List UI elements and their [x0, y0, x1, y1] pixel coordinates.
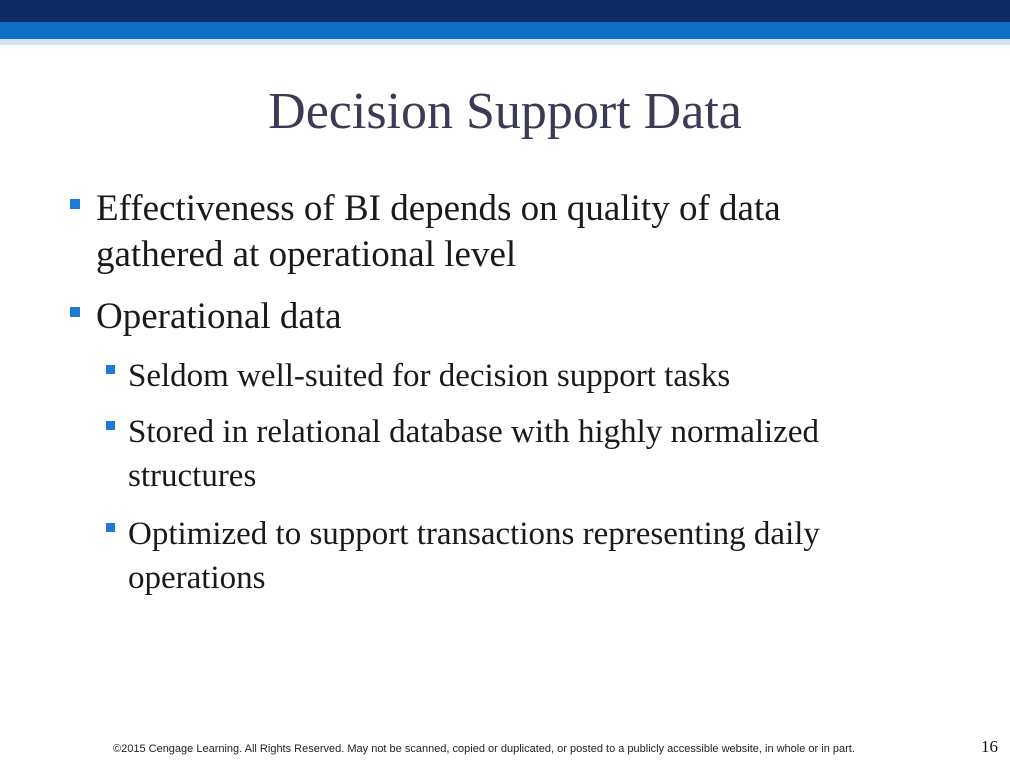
square-bullet-icon	[106, 523, 115, 532]
bullet-text-line: Effectiveness of BI depends on quality o…	[96, 188, 781, 229]
bullet-item-1: Effectiveness of BI depends on quality o…	[70, 186, 781, 278]
slide-title: Decision Support Data	[268, 83, 742, 140]
header-band-dark	[0, 0, 1010, 22]
square-bullet-icon	[70, 199, 80, 209]
bullet-item-2: Operational data	[70, 294, 342, 340]
page-number: 16	[981, 737, 998, 756]
bullet-text-line: Stored in relational database with highl…	[128, 414, 819, 450]
header-band-mid	[0, 22, 1010, 39]
sub-bullet-item-1: Seldom well-suited for decision support …	[106, 354, 730, 398]
sub-bullet-item-2: Stored in relational database with highl…	[106, 410, 819, 498]
bullet-text-line: Seldom well-suited for decision support …	[128, 358, 731, 394]
header-band-light	[0, 39, 1010, 45]
bullet-text-line: structures	[128, 458, 257, 494]
square-bullet-icon	[106, 421, 115, 430]
square-bullet-icon	[70, 307, 80, 317]
sub-bullet-item-3: Optimized to support transactions repres…	[106, 512, 820, 600]
bullet-text-line: operations	[128, 560, 266, 596]
bullet-text-line: gathered at operational level	[96, 234, 517, 275]
bullet-text-line: Operational data	[96, 296, 342, 337]
square-bullet-icon	[106, 365, 115, 374]
copyright-footer: ©2015 Cengage Learning. All Rights Reser…	[113, 743, 855, 755]
bullet-text-line: Optimized to support transactions repres…	[128, 516, 820, 552]
